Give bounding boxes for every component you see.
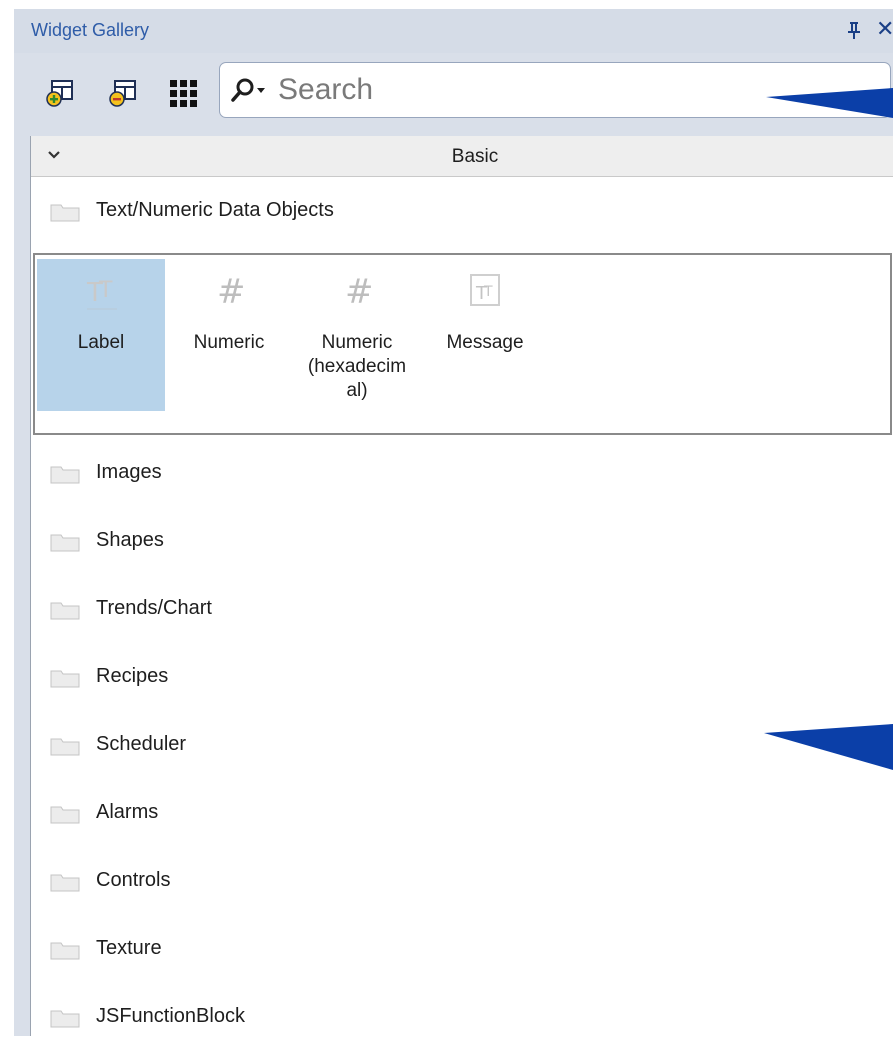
annotation-arrow-search [766,88,893,118]
annotation-arrows [764,88,893,770]
annotation-arrow-gallery [764,724,893,770]
